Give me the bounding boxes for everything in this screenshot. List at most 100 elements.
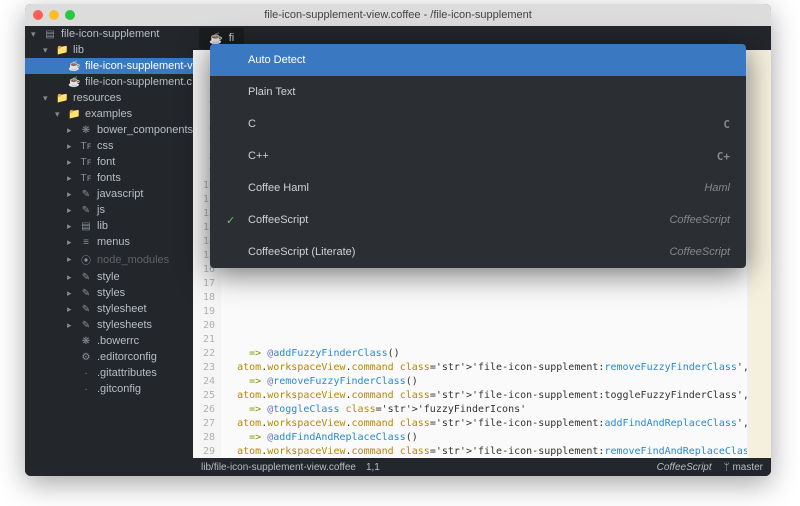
tree-item-label: file-icon-supplement.c — [85, 76, 192, 88]
branch-label: master — [732, 462, 763, 473]
chevron-icon: ▸ — [67, 272, 75, 283]
tree-item[interactable]: ▾ 📁 examples — [25, 106, 193, 122]
tree-item-label: stylesheet — [97, 303, 147, 315]
tree-item-label: js — [97, 204, 105, 216]
tree-item[interactable]: ▸⦿node_modules — [25, 250, 193, 269]
palette-item-label: Plain Text — [248, 86, 730, 98]
tree-item[interactable]: ·.gitattributes — [25, 365, 193, 381]
tree-item[interactable]: ▸ ❋ bower_components — [25, 122, 193, 138]
tree-item-label: javascript — [97, 188, 143, 200]
tree-item[interactable]: ▾📁lib — [25, 42, 193, 58]
tree-item[interactable]: ⚙.editorconfig — [25, 349, 193, 365]
tree-item[interactable]: ❋.bowerrc — [25, 333, 193, 349]
palette-item-label: CoffeeScript (Literate) — [248, 246, 669, 258]
tree-item-label: fonts — [97, 172, 121, 184]
chevron-icon: ▸ — [67, 254, 75, 265]
chevron-icon: ▾ — [43, 45, 51, 56]
minimap-strip — [747, 50, 771, 458]
palette-item[interactable]: Coffee HamlHaml — [210, 172, 746, 204]
palette-item[interactable]: ✓CoffeeScriptCoffeeScript — [210, 204, 746, 236]
chevron-icon: ▸ — [67, 157, 75, 168]
chevron-icon: ▾ — [43, 93, 51, 104]
tree-item-label: file-icon-supplement-v — [85, 60, 193, 72]
file-icon: Tꜰ — [80, 141, 92, 152]
tree-item[interactable]: ▸ Tꜰfonts — [25, 170, 193, 186]
tree-item[interactable]: ▸ ✎ stylesheet — [25, 301, 193, 317]
file-icon: ✎ — [80, 189, 92, 200]
chevron-icon: ▸ — [67, 288, 75, 299]
file-icon: ▤ — [80, 221, 92, 232]
tree-item[interactable]: ▾ 📁 resources — [25, 90, 193, 106]
status-grammar[interactable]: CoffeeScript — [657, 462, 712, 473]
chevron-icon: ▸ — [67, 173, 75, 184]
project-root-label: file-icon-supplement — [61, 28, 159, 40]
tree-item-label: bower_components — [97, 124, 193, 136]
chevron-icon: ▸ — [67, 205, 75, 216]
tree-item[interactable]: ▸ ✎ js — [25, 202, 193, 218]
chevron-icon: ▸ — [67, 125, 75, 136]
file-icon: 📁 — [56, 45, 68, 56]
file-icon: ✎ — [80, 205, 92, 216]
branch-icon: ᛘ — [724, 462, 730, 473]
file-tree[interactable]: ▾▤ file-icon-supplement ▾📁lib☕file-icon-… — [25, 26, 193, 476]
file-icon: 📁 — [68, 109, 80, 120]
palette-item-label: Auto Detect — [248, 54, 730, 66]
tree-item[interactable]: ☕file-icon-supplement-v — [25, 58, 193, 74]
tree-item-label: styles — [97, 287, 125, 299]
palette-item[interactable]: C++C+ — [210, 140, 746, 172]
file-icon: ✎ — [80, 288, 92, 299]
palette-item-label: C++ — [248, 150, 717, 162]
file-icon: ❋ — [80, 336, 92, 347]
window-title: file-icon-supplement-view.coffee - /file… — [25, 9, 771, 21]
chevron-icon: ▸ — [67, 141, 75, 152]
palette-item[interactable]: Auto Detect — [210, 44, 746, 76]
tree-item[interactable]: ▸ ▤ lib — [25, 218, 193, 234]
palette-item[interactable]: Plain Text — [210, 76, 746, 108]
file-icon: ☕ — [68, 77, 80, 88]
tree-item[interactable]: ▸ ✎ styles — [25, 285, 193, 301]
file-icon: ❋ — [80, 125, 92, 136]
palette-item[interactable]: CC — [210, 108, 746, 140]
chevron-icon: ▸ — [67, 221, 75, 232]
palette-item[interactable]: CoffeeScript (Literate)CoffeeScript — [210, 236, 746, 268]
chevron-icon: ▸ — [67, 320, 75, 331]
grammar-badge: CoffeeScript — [669, 246, 730, 258]
tree-item-label: font — [97, 156, 115, 168]
file-icon: ⚙ — [80, 352, 92, 363]
status-cursor: 1,1 — [366, 462, 380, 473]
file-icon: ✎ — [80, 304, 92, 315]
tree-item[interactable]: ▸✎style — [25, 269, 193, 285]
git-branch[interactable]: ᛘ master — [724, 462, 763, 473]
tree-item-label: menus — [97, 236, 130, 248]
palette-item-label: CoffeeScript — [248, 214, 669, 226]
file-icon: ✎ — [80, 320, 92, 331]
chevron-icon: ▸ — [67, 189, 75, 200]
tree-item[interactable]: ▸ ✎ javascript — [25, 186, 193, 202]
tree-item-label: node_modules — [97, 254, 169, 266]
grammar-badge: C+ — [717, 150, 730, 163]
status-path: lib/file-icon-supplement-view.coffee — [201, 462, 356, 473]
tree-item-label: resources — [73, 92, 121, 104]
tree-item-label: stylesheets — [97, 319, 152, 331]
titlebar[interactable]: file-icon-supplement-view.coffee - /file… — [25, 4, 771, 26]
tree-item[interactable]: ▸≡menus — [25, 234, 193, 250]
file-icon: ≡ — [80, 237, 92, 248]
palette-item-label: C — [248, 118, 723, 130]
tree-item[interactable]: ·.gitconfig — [25, 381, 193, 397]
chevron-icon: ▾ — [55, 109, 63, 120]
tree-item-label: style — [97, 271, 120, 283]
project-root[interactable]: ▾▤ file-icon-supplement — [25, 26, 193, 42]
tree-item-label: lib — [97, 220, 108, 232]
grammar-palette[interactable]: Auto DetectPlain TextCCC++C+Coffee HamlH… — [210, 44, 746, 268]
tree-item[interactable]: ☕ file-icon-supplement.c — [25, 74, 193, 90]
tree-item[interactable]: ▸ ✎ stylesheets — [25, 317, 193, 333]
file-icon: Tꜰ — [80, 173, 92, 184]
grammar-badge: C — [723, 118, 730, 131]
file-icon: 📁 — [56, 93, 68, 104]
tree-item[interactable]: ▸Tꜰcss — [25, 138, 193, 154]
tab-label: fi — [229, 32, 235, 44]
tree-item-label: examples — [85, 108, 132, 120]
tree-item[interactable]: ▸ Tꜰfont — [25, 154, 193, 170]
file-icon: Tꜰ — [80, 157, 92, 168]
chevron-icon: ▸ — [67, 304, 75, 315]
